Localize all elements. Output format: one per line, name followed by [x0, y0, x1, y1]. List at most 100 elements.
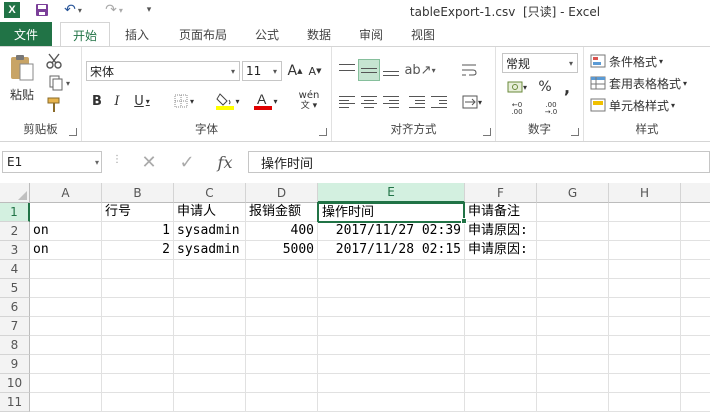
column-header-f[interactable]: F	[465, 183, 537, 203]
cell-f6[interactable]	[465, 298, 537, 317]
shrink-font-button[interactable]: A ▼	[306, 61, 324, 81]
cell-b2[interactable]: 1	[102, 222, 174, 241]
number-format-select[interactable]: 常规 ▾	[502, 53, 578, 73]
font-size-select[interactable]: 11 ▾	[242, 61, 282, 81]
merge-center-icon[interactable]: ▾	[458, 91, 486, 113]
enter-icon[interactable]: ✓	[172, 151, 202, 173]
column-header-c[interactable]: C	[174, 183, 246, 203]
cell-f9[interactable]	[465, 355, 537, 374]
cell-h6[interactable]	[609, 298, 681, 317]
cell-e6[interactable]	[318, 298, 465, 317]
cell-a4[interactable]	[30, 260, 102, 279]
cell-e2[interactable]: 2017/11/27 02:39	[318, 222, 465, 241]
row-header-1[interactable]: 1	[0, 203, 30, 222]
align-right-icon[interactable]	[380, 91, 402, 113]
cell-i10[interactable]	[681, 374, 710, 393]
cell-i1[interactable]	[681, 203, 710, 222]
cell-c1[interactable]: 申请人	[174, 203, 246, 222]
formula-input[interactable]: 操作时间	[248, 151, 710, 173]
cell-f3[interactable]: 申请原因:	[465, 241, 537, 260]
cell-h9[interactable]	[609, 355, 681, 374]
italic-button[interactable]: I	[108, 91, 126, 111]
cell-e5[interactable]	[318, 279, 465, 298]
cell-g1[interactable]	[537, 203, 609, 222]
cell-d4[interactable]	[246, 260, 318, 279]
cell-e7[interactable]	[318, 317, 465, 336]
tab-view[interactable]: 视图	[402, 22, 444, 46]
cell-g3[interactable]	[537, 241, 609, 260]
cell-a7[interactable]	[30, 317, 102, 336]
row-header-6[interactable]: 6	[0, 298, 30, 317]
cell-d1[interactable]: 报销金额	[246, 203, 318, 222]
increase-decimal-icon[interactable]: ←0.00	[502, 99, 532, 119]
cell-e4[interactable]	[318, 260, 465, 279]
cell-b7[interactable]	[102, 317, 174, 336]
cell-h1[interactable]	[609, 203, 681, 222]
conditional-formatting-button[interactable]: 条件格式 ▾	[590, 51, 706, 71]
row-header-8[interactable]: 8	[0, 336, 30, 355]
row-header-3[interactable]: 3	[0, 241, 30, 260]
paste-icon[interactable]	[6, 53, 38, 83]
cell-i2[interactable]	[681, 222, 710, 241]
cell-h10[interactable]	[609, 374, 681, 393]
format-painter-icon[interactable]	[44, 95, 64, 115]
tab-insert[interactable]: 插入	[116, 22, 158, 46]
cell-i9[interactable]	[681, 355, 710, 374]
column-header-empty[interactable]	[681, 183, 710, 203]
cell-g5[interactable]	[537, 279, 609, 298]
name-box[interactable]: E1 ▾	[2, 151, 102, 173]
decrease-decimal-icon[interactable]: .00 →.0	[536, 99, 566, 119]
cell-e8[interactable]	[318, 336, 465, 355]
cell-f5[interactable]	[465, 279, 537, 298]
cell-h4[interactable]	[609, 260, 681, 279]
cell-h3[interactable]	[609, 241, 681, 260]
increase-indent-icon[interactable]	[428, 91, 450, 113]
decrease-indent-icon[interactable]	[406, 91, 428, 113]
cell-b3[interactable]: 2	[102, 241, 174, 260]
cell-h2[interactable]	[609, 222, 681, 241]
cell-h5[interactable]	[609, 279, 681, 298]
cancel-icon[interactable]: ✕	[134, 151, 164, 173]
cell-i7[interactable]	[681, 317, 710, 336]
wrap-text-icon[interactable]	[458, 59, 480, 81]
middle-align-icon[interactable]	[358, 59, 380, 81]
cell-c4[interactable]	[174, 260, 246, 279]
cell-c9[interactable]	[174, 355, 246, 374]
cell-a6[interactable]	[30, 298, 102, 317]
cell-a8[interactable]	[30, 336, 102, 355]
cell-d5[interactable]	[246, 279, 318, 298]
cell-a5[interactable]	[30, 279, 102, 298]
cell-c5[interactable]	[174, 279, 246, 298]
cell-b11[interactable]	[102, 393, 174, 412]
column-header-g[interactable]: G	[537, 183, 609, 203]
clipboard-launcher-icon[interactable]	[69, 128, 77, 136]
column-header-a[interactable]: A	[30, 183, 102, 203]
grow-font-button[interactable]: A ▲	[286, 61, 304, 81]
cell-d9[interactable]	[246, 355, 318, 374]
cell-e10[interactable]	[318, 374, 465, 393]
cell-e1[interactable]: 操作时间	[317, 202, 465, 223]
top-align-icon[interactable]	[336, 59, 358, 81]
cell-b8[interactable]	[102, 336, 174, 355]
cell-d8[interactable]	[246, 336, 318, 355]
cell-h11[interactable]	[609, 393, 681, 412]
comma-button[interactable]: ,	[558, 77, 576, 97]
cell-g7[interactable]	[537, 317, 609, 336]
cell-i3[interactable]	[681, 241, 710, 260]
row-header-7[interactable]: 7	[0, 317, 30, 336]
row-header-11[interactable]: 11	[0, 393, 30, 412]
borders-icon[interactable]: ▾	[170, 91, 198, 111]
cell-d7[interactable]	[246, 317, 318, 336]
cell-c6[interactable]	[174, 298, 246, 317]
format-as-table-button[interactable]: 套用表格格式 ▾	[590, 73, 708, 93]
cell-f1[interactable]: 申请备注	[465, 203, 537, 222]
phonetic-guide-button[interactable]: wén 文 ▾	[294, 89, 324, 113]
cell-c3[interactable]: sysadmin	[174, 241, 246, 260]
row-header-10[interactable]: 10	[0, 374, 30, 393]
cell-g8[interactable]	[537, 336, 609, 355]
number-launcher-icon[interactable]	[571, 128, 579, 136]
cell-g6[interactable]	[537, 298, 609, 317]
cell-b4[interactable]	[102, 260, 174, 279]
font-launcher-icon[interactable]	[319, 128, 327, 136]
cell-g11[interactable]	[537, 393, 609, 412]
